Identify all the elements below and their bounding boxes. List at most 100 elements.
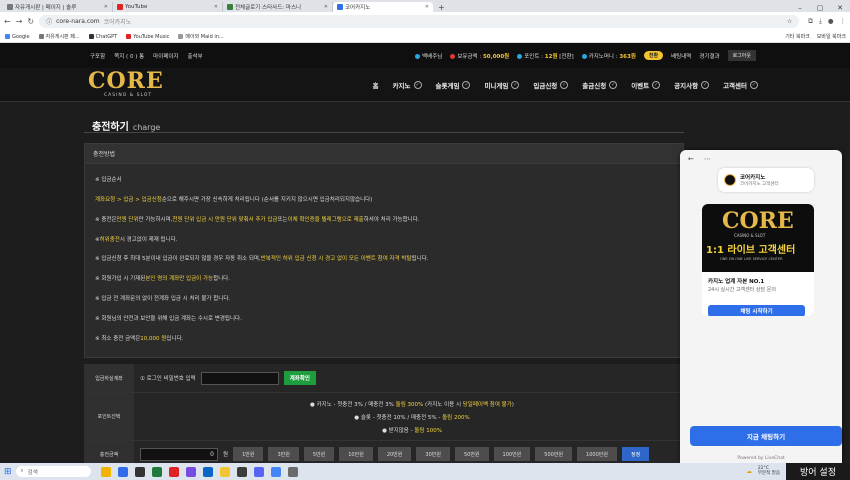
menu-label: 카지노 bbox=[392, 81, 411, 90]
tab-close-icon[interactable]: ✕ bbox=[104, 4, 108, 10]
ime-indicator[interactable]: 방어 설정 bbox=[786, 463, 850, 480]
new-tab-icon[interactable]: + bbox=[433, 3, 450, 12]
point-convert-link[interactable]: [전환] bbox=[559, 54, 573, 60]
chat-back-icon[interactable]: ← bbox=[688, 155, 694, 163]
bet-history-link[interactable]: 배팅내역 bbox=[671, 52, 691, 60]
amount-button[interactable]: 1만원 bbox=[233, 447, 264, 462]
amount-button[interactable]: 20만원 bbox=[377, 447, 412, 462]
bonus-options: ● 카지노 - 첫충전 3% / 매충전 3% 돌림 300% (카지노 이용 … bbox=[134, 393, 684, 440]
amount-button[interactable]: 1000만원 bbox=[577, 447, 617, 462]
taskbar-app-icon[interactable] bbox=[185, 466, 196, 477]
menu-item[interactable]: 슬롯게임 ✓ bbox=[436, 80, 471, 90]
user-name: 백배주님 bbox=[422, 53, 443, 60]
bookmark-item[interactable]: 자유게시판 페... bbox=[38, 33, 80, 40]
taskbar-app-icon[interactable] bbox=[117, 466, 128, 477]
topnav-link[interactable]: 쪽지 ( 0 ) 통 bbox=[114, 52, 144, 60]
menu-item[interactable]: 미니게임 ✓ bbox=[484, 80, 520, 90]
site-info-icon[interactable]: ⓘ bbox=[46, 17, 52, 26]
start-chat-button[interactable]: 채팅 시작하기 bbox=[708, 305, 805, 316]
bookmark-item[interactable]: 메이와 Maid in... bbox=[178, 33, 224, 40]
taskbar-app-icon[interactable] bbox=[202, 466, 213, 477]
browser-tab[interactable]: 코어카지노 ✕ bbox=[333, 2, 433, 12]
reset-button[interactable]: 정정 bbox=[621, 447, 650, 462]
amount-button[interactable]: 5만원 bbox=[303, 447, 335, 462]
convert-button[interactable]: 전환 bbox=[643, 51, 664, 60]
amount-button[interactable]: 100만원 bbox=[493, 447, 531, 462]
tab-label: 코어카지노 bbox=[345, 5, 371, 11]
bonus-option[interactable]: ● 슬롯 - 첫충전 10% / 매충전 5% - 돌림 200% bbox=[354, 413, 469, 421]
logout-button[interactable]: 로그아웃 bbox=[727, 50, 756, 61]
taskbar-app-icon[interactable] bbox=[287, 466, 298, 477]
menu-item[interactable]: 공지사항 ✓ bbox=[674, 80, 710, 90]
download-icon[interactable]: ⤓ bbox=[819, 17, 822, 26]
page-title-en: charge bbox=[132, 123, 161, 132]
taskbar-search[interactable]: ⌕ 검색 bbox=[15, 466, 91, 477]
back-icon[interactable]: ← bbox=[4, 17, 11, 26]
text-segment: 본인 명의 계좌만 입금이 가능 bbox=[145, 276, 214, 283]
taskbar-app-icon[interactable] bbox=[270, 466, 281, 477]
tab-close-icon[interactable]: ✕ bbox=[425, 4, 429, 10]
chat-more-icon[interactable]: ⋯ bbox=[704, 155, 711, 163]
url-input[interactable]: ⓘ core-nara.com 코어카지노 ☆ bbox=[39, 15, 800, 28]
amount-button[interactable]: 500만원 bbox=[535, 447, 573, 462]
taskbar-app-icon[interactable] bbox=[151, 466, 162, 477]
text-segment: 돌림 100% bbox=[414, 428, 442, 435]
topnav-link[interactable]: 마이페이지 bbox=[153, 52, 178, 60]
text-segment: ※ 충전은 bbox=[95, 216, 117, 223]
menu-item[interactable]: 카지노 ✓ bbox=[393, 80, 422, 90]
text-segment: 만원 단위 bbox=[116, 216, 139, 223]
menu-item[interactable]: 출금신청 ✓ bbox=[582, 80, 618, 90]
bonus-option[interactable]: ● 받지않음 - 돌림 100% bbox=[382, 426, 442, 434]
bookmark-item[interactable]: Google bbox=[5, 33, 30, 40]
bookmark-star-icon[interactable]: ☆ bbox=[787, 18, 792, 25]
menu-icon[interactable]: ⋮ bbox=[840, 17, 847, 26]
bonus-option[interactable]: ● 카지노 - 첫충전 3% / 매충전 3% 돌림 300% (카지노 이용 … bbox=[310, 400, 514, 408]
minimize-icon[interactable]: – bbox=[790, 4, 810, 12]
menu-item[interactable]: 홈 bbox=[373, 80, 379, 90]
check-circle-icon: ✓ bbox=[511, 80, 520, 89]
taskbar-app-icon[interactable] bbox=[253, 466, 264, 477]
taskbar-app-icon[interactable] bbox=[219, 466, 230, 477]
reload-icon[interactable]: ↻ bbox=[27, 17, 34, 26]
taskbar-app-icon[interactable] bbox=[236, 466, 247, 477]
chat-now-button[interactable]: 지금 채팅하기 bbox=[690, 426, 842, 446]
address-bar: ← → ↻ ⓘ core-nara.com 코어카지노 ☆ ⧉ ⤓ ● ⋮ bbox=[0, 12, 850, 31]
close-window-icon[interactable]: ✕ bbox=[830, 4, 850, 12]
browser-tab[interactable]: YouTube ✕ bbox=[113, 2, 223, 12]
start-icon[interactable]: ⊞ bbox=[4, 467, 12, 477]
logo[interactable]: CORE CASINO & SLOT bbox=[86, 68, 164, 100]
forward-icon[interactable]: → bbox=[16, 17, 23, 26]
profile-icon[interactable]: ● bbox=[828, 17, 834, 26]
password-input[interactable] bbox=[200, 371, 279, 385]
notice-line: ※ 입금 전 계좌문의 없이 전계좌 입금 시 처리 불가 합니다. bbox=[95, 290, 673, 310]
topnav-link[interactable]: 구포함 bbox=[90, 52, 105, 60]
bookmark-item[interactable]: YouTube Music bbox=[126, 33, 169, 40]
bookmark-item[interactable]: ChatGPT bbox=[88, 33, 117, 40]
tab-close-icon[interactable]: ✕ bbox=[214, 4, 218, 10]
amount-button[interactable]: 30만원 bbox=[416, 447, 450, 462]
menu-item[interactable]: 이벤트 ✓ bbox=[631, 80, 661, 90]
bookmark-folder[interactable]: 모바일 북마크 bbox=[817, 33, 846, 40]
taskbar-app-icon[interactable] bbox=[168, 466, 179, 477]
menu-item[interactable]: 입금신청 ✓ bbox=[533, 80, 569, 90]
top-nav: 구포함 쪽지 ( 0 ) 통 마이페이지 출석부 백배주님 보유금액 : 50,000… bbox=[0, 43, 850, 68]
bonus-label: 포인트선택 bbox=[84, 393, 134, 441]
text-segment: ) bbox=[511, 402, 514, 409]
extensions-icon[interactable]: ⧉ bbox=[808, 17, 813, 26]
topnav-link[interactable]: 출석부 bbox=[187, 52, 202, 60]
browser-tab[interactable]: 전체글로기 스타사드: 마스니 ✕ bbox=[223, 2, 333, 12]
tab-close-icon[interactable]: ✕ bbox=[324, 4, 328, 10]
taskbar-app-icon[interactable] bbox=[134, 466, 145, 477]
browser-tab[interactable]: 자유게시판 | 페이지 | 솔루 ✕ bbox=[3, 2, 113, 12]
amount-input[interactable]: 0 bbox=[140, 447, 218, 461]
check-account-button[interactable]: 계좌확인 bbox=[283, 371, 316, 386]
amount-button[interactable]: 50만원 bbox=[454, 447, 489, 462]
results-link[interactable]: 경기결과 bbox=[699, 52, 719, 60]
taskbar-app-icon[interactable] bbox=[100, 466, 111, 477]
amount-button[interactable]: 10만원 bbox=[339, 447, 373, 462]
browser-tab-bar: 자유게시판 | 페이지 | 솔루 ✕ YouTube ✕ 전체글로기 스타사드: 마스니… bbox=[0, 0, 850, 12]
amount-button[interactable]: 3만원 bbox=[268, 447, 299, 462]
bookmark-folder[interactable]: 기타 북마크 bbox=[785, 33, 810, 40]
menu-item[interactable]: 고객센터 ✓ bbox=[723, 80, 758, 90]
maximize-icon[interactable]: ▢ bbox=[810, 4, 830, 12]
